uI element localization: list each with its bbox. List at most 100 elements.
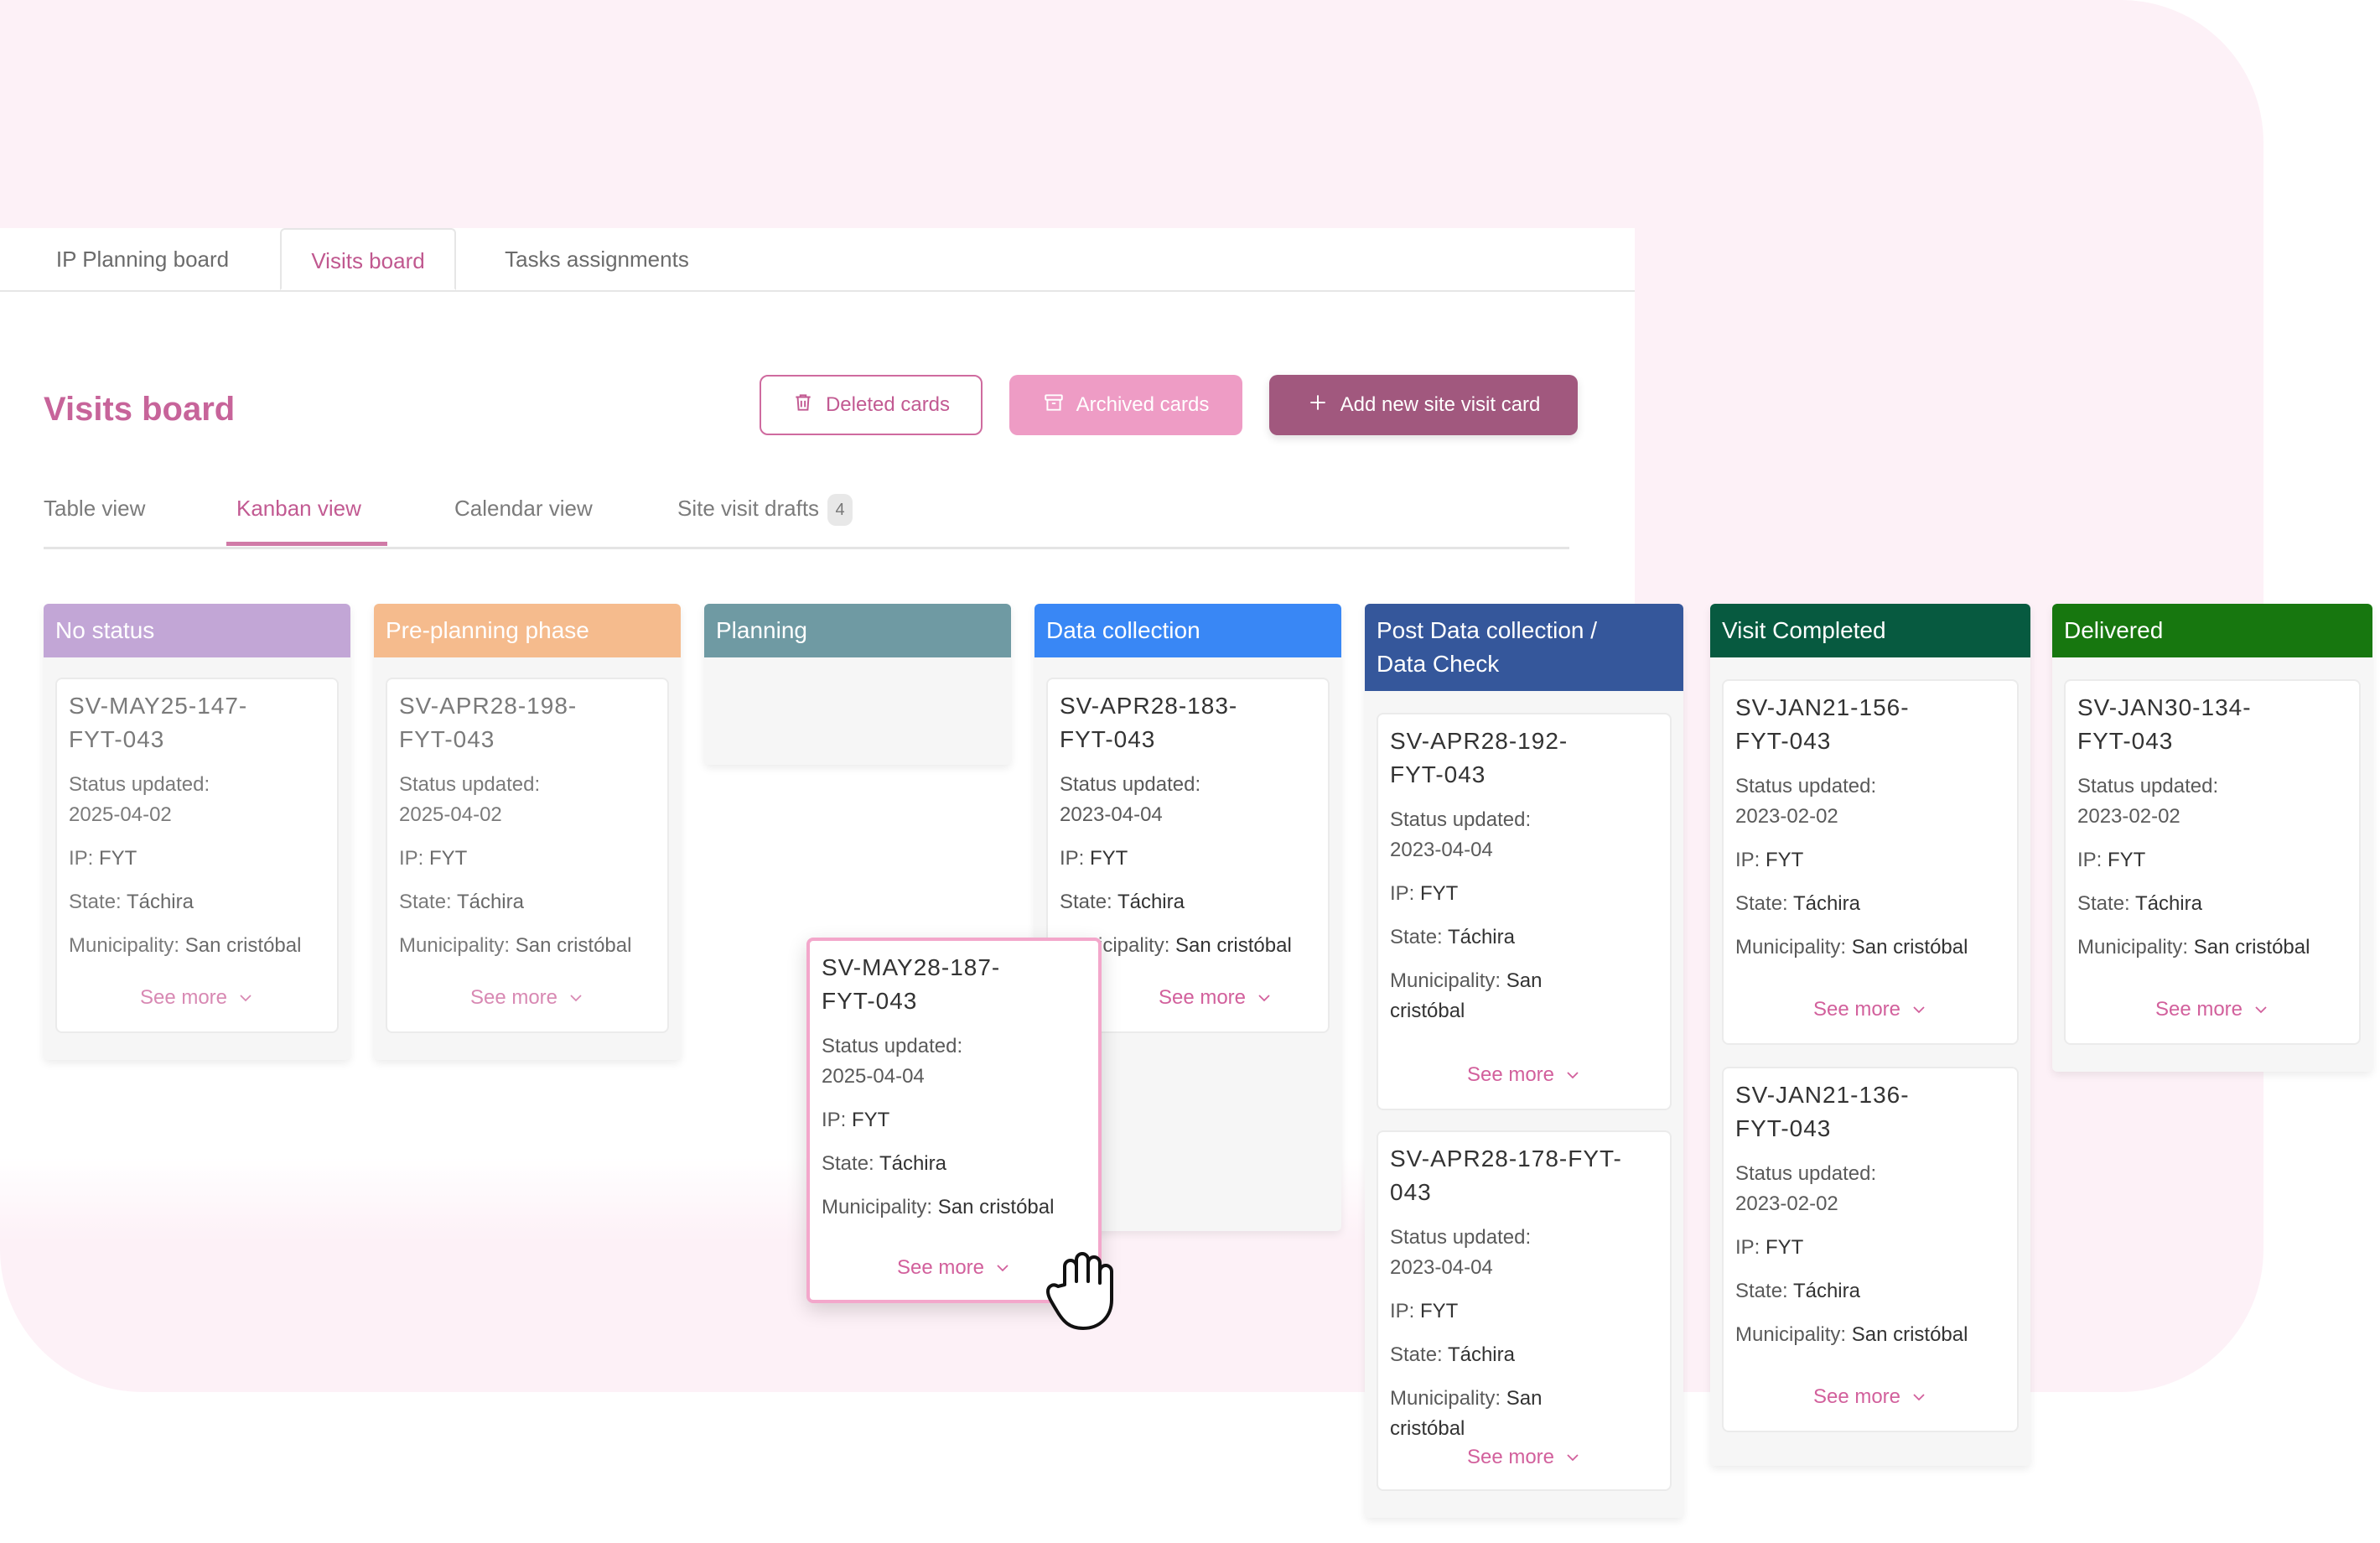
- see-more-link[interactable]: See more: [57, 986, 337, 1010]
- column-post-data-collection: Post Data collection / Data Check SV-APR2…: [1365, 604, 1683, 1518]
- card-state: State: Táchira: [1060, 891, 1185, 913]
- see-more-link[interactable]: See more: [1378, 1063, 1670, 1087]
- card-status-updated: Status updated: 2023-02-02: [1735, 1162, 1877, 1215]
- view-tab-bar: Table view Kanban view Calendar view Sit…: [44, 486, 1569, 549]
- card-status-updated: Status updated: 2023-02-02: [2077, 775, 2219, 828]
- chevron-down-icon: [570, 995, 582, 1002]
- column-header: Data collection: [1034, 604, 1341, 657]
- card-status-updated: Status updated: 2025-04-02: [69, 773, 210, 826]
- see-more-link[interactable]: See more: [2066, 998, 2359, 1021]
- card-id: SV-APR28-192- FYT-043: [1390, 728, 1569, 787]
- card-ip: IP: FYT: [1735, 1236, 1804, 1259]
- column-no-status: No status SV-MAY25-147- FYT-043 Status up…: [44, 604, 350, 1060]
- chevron-down-icon: [997, 1265, 1009, 1272]
- hand-grab-cursor-icon: [1046, 1252, 1113, 1330]
- card-municipality: Municipality: San cristóbal: [822, 1196, 1055, 1218]
- top-tab-bar: IP Planning board Visits board Tasks ass…: [0, 228, 1635, 292]
- card-id: SV-MAY28-187- FYT-043: [822, 954, 1001, 1014]
- add-site-visit-card-label: Add new site visit card: [1340, 393, 1541, 416]
- add-site-visit-card-button[interactable]: Add new site visit card: [1269, 375, 1578, 435]
- page-title: Visits board: [44, 391, 236, 428]
- column-header: Post Data collection / Data Check: [1365, 604, 1683, 691]
- site-visit-drafts-label: Site visit drafts: [677, 496, 820, 521]
- card-state: State: Táchira: [1735, 1280, 1860, 1302]
- card-status-updated: Status updated: 2023-04-04: [1060, 773, 1201, 826]
- chevron-down-icon: [1913, 1006, 1925, 1014]
- card-municipality: Municipality: San cristóbal: [1735, 936, 1968, 959]
- card-municipality: Municipality: San cristóbal: [1390, 969, 1543, 1022]
- card-ip: IP: FYT: [1390, 882, 1459, 905]
- column-visit-completed: Visit Completed SV-JAN21-156- FYT-043 Sta…: [1710, 604, 2030, 1466]
- card-state: State: Táchira: [822, 1152, 946, 1175]
- card-state: State: Táchira: [1390, 926, 1515, 948]
- see-more-link[interactable]: See more: [1378, 1446, 1670, 1469]
- card-ip: IP: FYT: [1735, 849, 1804, 871]
- card-municipality: Municipality: San cristóbal: [69, 934, 302, 957]
- card-status-updated: Status updated: 2023-04-04: [1390, 1226, 1532, 1279]
- tab-table-view[interactable]: Table view: [44, 486, 145, 547]
- deleted-cards-button[interactable]: Deleted cards: [760, 375, 983, 435]
- card-id: SV-JAN30-134- FYT-043: [2077, 694, 2252, 754]
- tab-kanban-view[interactable]: Kanban view: [236, 486, 361, 547]
- column-delivered: Delivered SV-JAN30-134- FYT-043 Status up…: [2052, 604, 2372, 1072]
- drafts-count-badge: 4: [827, 494, 853, 527]
- visit-card[interactable]: SV-APR28-192- FYT-043 Status updated: 2023…: [1377, 713, 1672, 1110]
- tab-site-visit-drafts[interactable]: Site visit drafts 4: [677, 486, 853, 547]
- card-state: State: Táchira: [1390, 1343, 1515, 1366]
- chevron-down-icon: [1567, 1454, 1579, 1462]
- visit-card[interactable]: SV-JAN21-136- FYT-043 Status updated: 2023…: [1722, 1067, 2019, 1432]
- card-status-updated: Status updated: 2025-04-02: [399, 773, 541, 826]
- chevron-down-icon: [1913, 1394, 1925, 1401]
- tab-ip-planning-board[interactable]: IP Planning board: [34, 228, 251, 290]
- chevron-down-icon: [1567, 1072, 1579, 1079]
- card-status-updated: Status updated: 2025-04-04: [822, 1035, 963, 1088]
- card-municipality: Municipality: San cristóbal: [1390, 1387, 1543, 1440]
- tab-tasks-assignments[interactable]: Tasks assignments: [483, 228, 711, 290]
- card-state: State: Táchira: [399, 891, 524, 913]
- card-id: SV-MAY25-147- FYT-043: [69, 693, 248, 752]
- column-header: Pre-planning phase: [374, 604, 681, 657]
- archived-cards-label: Archived cards: [1076, 393, 1210, 416]
- see-more-link[interactable]: See more: [387, 986, 667, 1010]
- deleted-cards-label: Deleted cards: [825, 393, 951, 416]
- card-state: State: Táchira: [69, 891, 194, 913]
- tab-calendar-view[interactable]: Calendar view: [454, 486, 593, 547]
- column-header: Delivered: [2052, 604, 2372, 657]
- column-header: Planning: [704, 604, 1011, 657]
- plus-icon: [1307, 392, 1329, 419]
- archive-box-icon: [1043, 392, 1065, 419]
- visit-card[interactable]: SV-JAN21-156- FYT-043 Status updated: 2023…: [1722, 679, 2019, 1045]
- active-tab-underline: [226, 542, 387, 546]
- chevron-down-icon: [240, 995, 251, 1002]
- tab-visits-board[interactable]: Visits board: [280, 228, 456, 290]
- chevron-down-icon: [2255, 1006, 2267, 1014]
- card-id: SV-APR28-178-FYT-043: [1390, 1146, 1622, 1205]
- card-id: SV-JAN21-156- FYT-043: [1735, 694, 1910, 754]
- card-municipality: Municipality: San cristóbal: [1735, 1323, 1968, 1346]
- column-pre-planning-phase: Pre-planning phase SV-APR28-198- FYT-043 …: [374, 604, 681, 1060]
- card-status-updated: Status updated: 2023-04-04: [1390, 808, 1532, 861]
- card-state: State: Táchira: [2077, 892, 2202, 915]
- card-state: State: Táchira: [1735, 892, 1860, 915]
- see-more-link[interactable]: See more: [1724, 998, 2017, 1021]
- card-id: SV-APR28-183- FYT-043: [1060, 693, 1238, 752]
- card-ip: IP: FYT: [69, 847, 137, 870]
- card-ip: IP: FYT: [1390, 1300, 1459, 1322]
- see-more-link[interactable]: See more: [1724, 1385, 2017, 1409]
- trash-icon: [792, 392, 814, 419]
- column-header: No status: [44, 604, 350, 657]
- visit-card[interactable]: SV-MAY25-147- FYT-043 Status updated: 2025…: [55, 678, 339, 1033]
- card-ip: IP: FYT: [2077, 849, 2146, 871]
- chevron-down-icon: [1258, 995, 1270, 1002]
- archived-cards-button[interactable]: Archived cards: [1009, 375, 1242, 435]
- card-ip: IP: FYT: [1060, 847, 1128, 870]
- visit-card[interactable]: SV-JAN30-134- FYT-043 Status updated: 2023…: [2064, 679, 2361, 1045]
- card-id: SV-JAN21-136- FYT-043: [1735, 1082, 1910, 1141]
- visit-card[interactable]: SV-APR28-178-FYT-043 Status updated: 2023…: [1377, 1130, 1672, 1491]
- card-municipality: Municipality: San cristóbal: [2077, 936, 2310, 959]
- card-status-updated: Status updated: 2023-02-02: [1735, 775, 1877, 828]
- card-ip: IP: FYT: [399, 847, 468, 870]
- card-id: SV-APR28-198- FYT-043: [399, 693, 578, 752]
- visit-card[interactable]: SV-APR28-198- FYT-043 Status updated: 2025…: [386, 678, 669, 1033]
- column-header: Visit Completed: [1710, 604, 2030, 657]
